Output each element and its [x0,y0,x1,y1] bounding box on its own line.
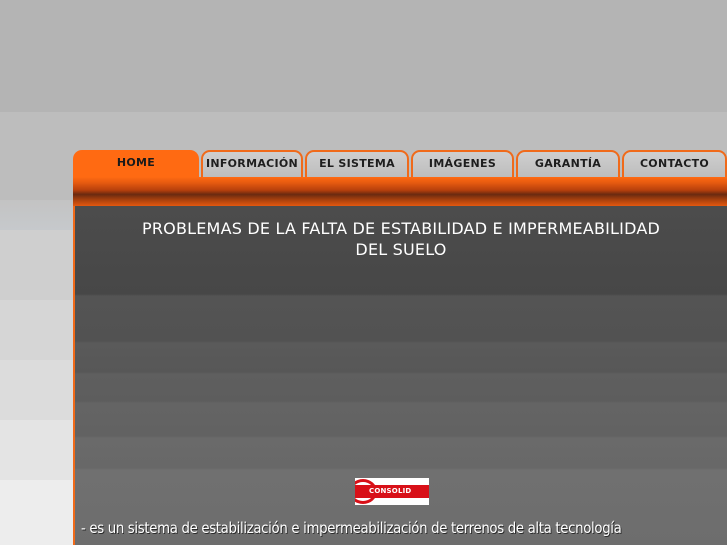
header-band [73,177,727,206]
page-headline: PROBLEMAS DE LA FALTA DE ESTABILIDAD E I… [75,218,727,260]
tab-informacion[interactable]: INFORMACIÓN [201,150,303,177]
tab-el-sistema[interactable]: EL SISTEMA [305,150,409,177]
logo-text: CONSOLID [369,487,412,495]
tab-imagenes[interactable]: IMÁGENES [411,150,514,177]
headline-line-1: PROBLEMAS DE LA FALTA DE ESTABILIDAD E I… [142,219,660,238]
consolid-logo[interactable]: CONSOLID [355,478,429,505]
main-nav: HOME INFORMACIÓN EL SISTEMA IMÁGENES GAR… [73,150,727,178]
tab-contacto[interactable]: CONTACTO [622,150,727,177]
tab-home[interactable]: HOME [73,150,199,177]
tagline: - es un sistema de estabilización e impe… [81,519,622,537]
headline-line-2: DEL SUELO [355,240,447,259]
tab-garantia[interactable]: GARANTÍA [516,150,620,177]
content-panel: PROBLEMAS DE LA FALTA DE ESTABILIDAD E I… [73,206,727,545]
